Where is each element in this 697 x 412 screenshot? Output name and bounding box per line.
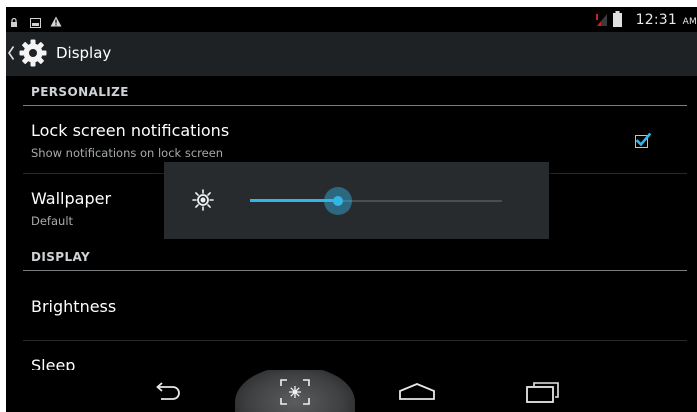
pref-summary: Default	[31, 214, 74, 228]
chevron-left-icon	[7, 45, 15, 65]
page-title: Display	[56, 44, 112, 62]
signal-icon	[596, 12, 608, 31]
lock-screen-checkbox[interactable]	[635, 132, 652, 148]
home-icon[interactable]	[397, 382, 437, 406]
warning-icon	[50, 12, 62, 31]
image-icon	[30, 13, 41, 32]
clock: 12:31 AM	[636, 12, 697, 28]
pref-title: Brightness	[31, 297, 117, 316]
device-screen: 12:31 AM Display PERSONALIZE Lock screen…	[6, 7, 697, 412]
pref-title: Wallpaper	[31, 189, 112, 208]
section-header-personalize: PERSONALIZE	[31, 85, 129, 99]
clock-ampm: AM	[682, 17, 697, 27]
lock-icon	[10, 13, 18, 32]
pref-summary: Show notifications on lock screen	[31, 146, 224, 160]
slider-thumb[interactable]	[333, 196, 343, 206]
gear-icon	[18, 38, 48, 72]
brightness-dialog	[164, 162, 549, 239]
battery-icon	[613, 11, 622, 31]
up-navigation-button[interactable]: Display	[6, 32, 116, 76]
brightness-slider[interactable]	[250, 186, 502, 216]
navigation-bar	[6, 370, 697, 412]
pref-title: Lock screen notifications	[31, 121, 230, 140]
action-bar: Display	[6, 32, 697, 76]
status-bar: 12:31 AM	[6, 7, 697, 32]
section-header-display: DISPLAY	[31, 250, 91, 264]
sun-icon	[192, 189, 214, 215]
screenshot-icon[interactable]	[279, 378, 311, 410]
pref-brightness[interactable]: Brightness	[6, 271, 697, 339]
clock-time: 12:31	[635, 12, 678, 28]
recent-apps-icon[interactable]	[525, 382, 561, 408]
back-icon[interactable]	[153, 382, 183, 406]
